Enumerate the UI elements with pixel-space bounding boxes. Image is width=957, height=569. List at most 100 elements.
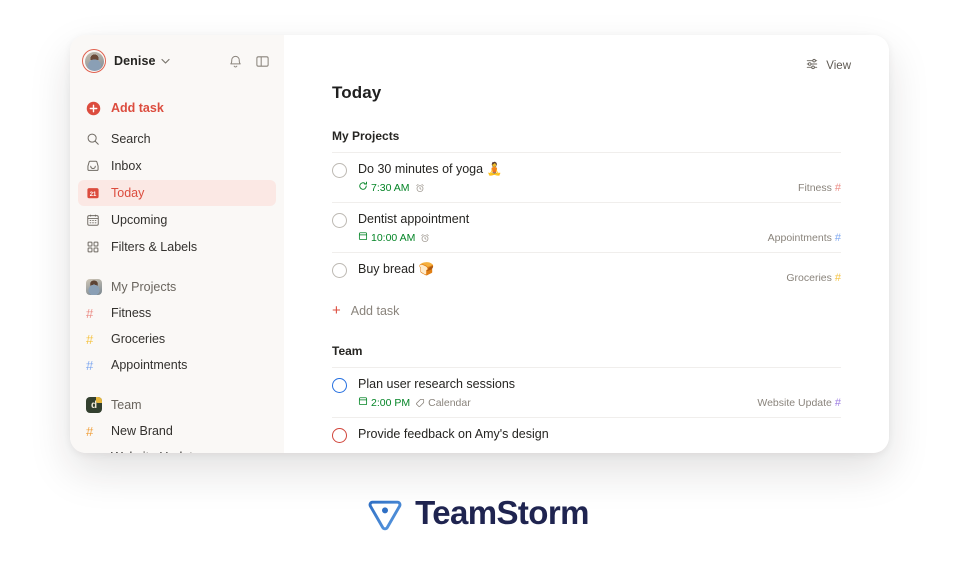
main-content: View Today My Projects Do 30 minutes of …	[284, 35, 889, 453]
calendar-today-icon: 21	[86, 186, 104, 200]
teamstorm-triangle-logo-icon	[368, 495, 402, 531]
hash-icon: #	[834, 397, 841, 409]
calendar-icon	[358, 396, 368, 409]
task-title: Dentist appointment	[358, 212, 470, 226]
hash-icon: #	[86, 423, 94, 439]
task-project-tag[interactable]: Appointments #	[768, 232, 841, 244]
task-due-date: 7:30 AM	[358, 181, 410, 194]
inbox-icon	[86, 159, 104, 173]
hash-icon: #	[86, 450, 102, 454]
sidebar-project-website-update[interactable]: # Website Update	[78, 444, 276, 454]
project-label: Fitness	[111, 306, 152, 320]
task-meta: 7:30 AM	[358, 181, 841, 194]
group-title: My Projects	[332, 129, 400, 143]
task-list-container: Today My Projects Do 30 minutes of yoga …	[284, 35, 889, 453]
task-group-team: Team Plan user research sessions 2:00 PM…	[332, 344, 841, 453]
tag-icon	[415, 398, 425, 408]
task-row[interactable]: Do 30 minutes of yoga 🧘 7:30 AM Fitness …	[332, 152, 841, 202]
task-row[interactable]: Plan user research sessions 2:00 PM Cale…	[332, 367, 841, 417]
add-task-button[interactable]: + Add task	[332, 292, 841, 318]
calendar-icon	[358, 231, 368, 244]
team-workspace-avatar-icon: d	[86, 397, 102, 413]
sidebar-section-team: d Team # New Brand # Website Update	[70, 392, 284, 453]
task-checkbox[interactable]	[332, 428, 347, 443]
sidebar-item-add-task[interactable]: Add task	[78, 93, 276, 123]
task-due-date: 2:00 PM	[358, 396, 410, 409]
sidebar-item-search[interactable]: Search	[78, 126, 276, 152]
alarm-clock-icon	[415, 183, 425, 193]
chevron-down-icon[interactable]	[160, 57, 170, 66]
filters-grid-icon	[86, 240, 104, 254]
section-header-team[interactable]: d Team	[78, 392, 276, 418]
task-checkbox[interactable]	[332, 263, 347, 278]
hash-icon: #	[86, 305, 94, 321]
sidebar-project-fitness[interactable]: # Fitness	[78, 300, 276, 326]
task-body: Buy bread 🍞	[358, 262, 841, 277]
task-row[interactable]: Dentist appointment 10:00 AM Appointment…	[332, 202, 841, 252]
section-label: My Projects	[111, 280, 177, 294]
user-avatar-image	[84, 51, 104, 71]
project-label: New Brand	[111, 424, 173, 438]
sidebar-item-upcoming[interactable]: Upcoming	[78, 207, 276, 233]
hash-icon: #	[86, 331, 94, 347]
sidebar-item-label: Filters & Labels	[111, 240, 198, 254]
section-header-my-projects[interactable]: My Projects	[78, 274, 276, 300]
bell-icon[interactable]	[228, 54, 243, 69]
hash-icon: #	[86, 357, 94, 373]
task-row[interactable]: Buy bread 🍞 Groceries #	[332, 252, 841, 292]
task-title: Buy bread 🍞	[358, 262, 435, 276]
task-project-tag[interactable]: Fitness #	[798, 182, 841, 194]
avatar[interactable]	[82, 49, 106, 73]
hash-icon: #	[834, 272, 841, 284]
brand-name: TeamStorm	[415, 494, 589, 531]
sidebar-item-label: Search	[111, 132, 151, 146]
task-row[interactable]: Provide feedback on Amy's design	[332, 417, 841, 453]
sidebar-project-appointments[interactable]: # Appointments	[78, 352, 276, 378]
sidebar-project-groceries[interactable]: # Groceries	[78, 326, 276, 352]
sidebar-header-actions	[228, 54, 270, 69]
task-project-label: Website Update	[757, 397, 832, 409]
sidebar: Denise Add task Search Inbox 21 Today Up…	[70, 35, 284, 453]
task-body: Provide feedback on Amy's design	[358, 427, 841, 442]
search-icon	[86, 132, 104, 146]
task-project-tag[interactable]: Groceries #	[786, 272, 841, 284]
task-project-label: Fitness	[798, 182, 832, 194]
task-body: Do 30 minutes of yoga 🧘 7:30 AM	[358, 162, 841, 194]
task-title: Do 30 minutes of yoga 🧘	[358, 162, 503, 176]
brand-logo: TeamStorm	[0, 494, 957, 532]
task-label-tag[interactable]: Calendar	[415, 397, 471, 409]
my-projects-avatar-icon	[86, 279, 102, 295]
sidebar-nav: Add task Search Inbox 21 Today Upcoming …	[70, 87, 284, 260]
plus-circle-icon	[86, 101, 104, 116]
sidebar-item-label: Upcoming	[111, 213, 168, 227]
hash-icon: #	[834, 232, 841, 244]
task-checkbox[interactable]	[332, 213, 347, 228]
sidebar-item-label: Today	[111, 186, 145, 200]
hash-icon: #	[834, 182, 841, 194]
sidebar-item-inbox[interactable]: Inbox	[78, 153, 276, 179]
task-due-date-text: 10:00 AM	[371, 231, 416, 244]
recurring-icon	[358, 181, 368, 194]
task-project-label: Appointments	[767, 232, 832, 244]
project-label: Appointments	[111, 358, 188, 372]
task-title: Plan user research sessions	[358, 377, 516, 391]
group-title: Team	[332, 344, 363, 358]
app-window: Denise Add task Search Inbox 21 Today Up…	[70, 35, 889, 453]
task-checkbox[interactable]	[332, 378, 347, 393]
user-name[interactable]: Denise	[114, 54, 156, 68]
task-project-tag[interactable]: Website Update #	[757, 397, 841, 409]
sidebar-item-label: Inbox	[111, 159, 142, 173]
task-checkbox[interactable]	[332, 163, 347, 178]
sidebar-item-label: Add task	[111, 101, 164, 115]
sidebar-item-filters-labels[interactable]: Filters & Labels	[78, 234, 276, 260]
view-button[interactable]: View	[805, 57, 851, 74]
sliders-icon	[805, 57, 819, 74]
sidebar-project-new-brand[interactable]: # New Brand	[78, 418, 276, 444]
project-label: Groceries	[111, 332, 166, 346]
task-due-date: 10:00 AM	[358, 231, 415, 244]
sidebar-item-today[interactable]: 21 Today	[78, 180, 276, 206]
sidebar-panel-icon[interactable]	[255, 54, 270, 69]
add-task-label: Add task	[350, 303, 400, 318]
plus-icon: +	[332, 302, 341, 319]
task-label-text: Calendar	[428, 396, 471, 409]
